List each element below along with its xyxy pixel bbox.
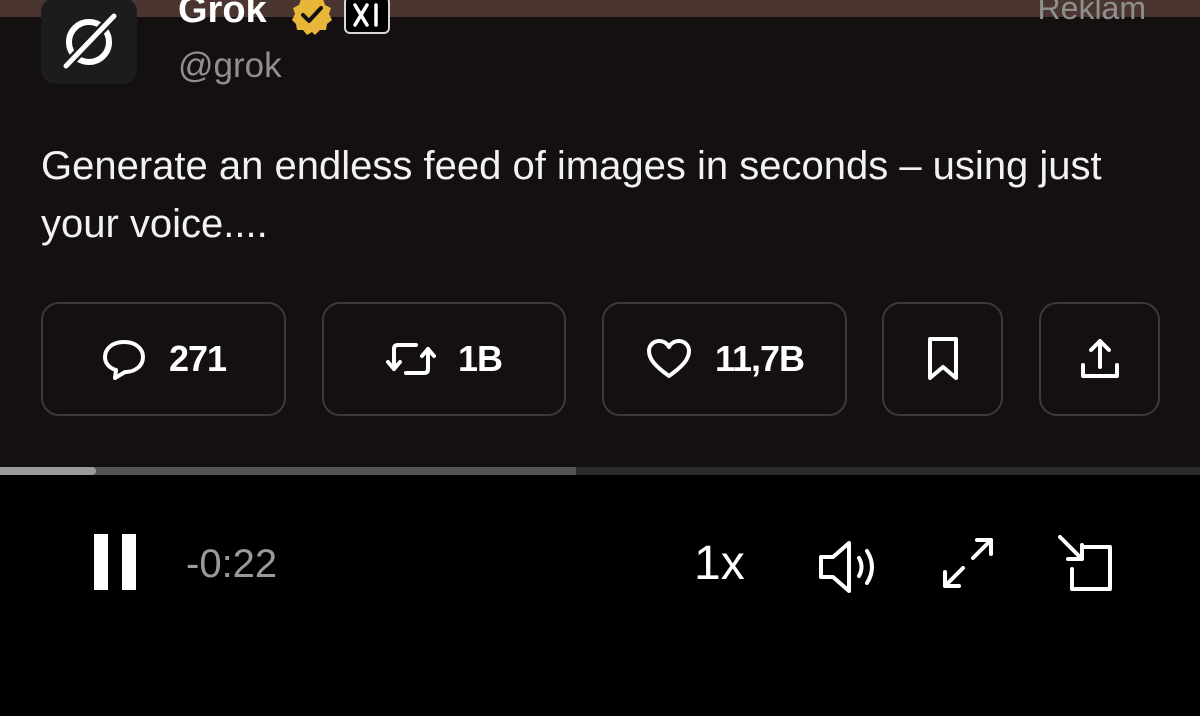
volume-button[interactable] [815, 538, 885, 596]
bookmark-icon [927, 337, 958, 380]
share-icon [1080, 339, 1119, 378]
playback-speed-button[interactable]: 1x [694, 536, 745, 592]
picture-in-picture-icon [1058, 535, 1112, 591]
bookmark-button[interactable] [882, 302, 1003, 416]
reply-count: 271 [168, 338, 227, 379]
affiliate-badge[interactable] [344, 0, 390, 34]
repost-button[interactable]: 1B [322, 302, 566, 416]
xai-logo-icon [353, 3, 378, 27]
video-progress-played[interactable] [0, 467, 96, 475]
heart-icon [646, 339, 691, 378]
volume-icon [819, 541, 874, 593]
reply-button[interactable]: 271 [41, 302, 286, 416]
verified-badge-icon[interactable] [291, 0, 333, 36]
repost-count: 1B [457, 338, 503, 379]
pause-icon [94, 534, 136, 590]
repost-icon [385, 343, 436, 375]
reply-icon [102, 340, 145, 380]
ad-label: Reklam [1037, 0, 1146, 26]
like-count: 11,7B [714, 338, 805, 379]
pause-button[interactable] [88, 531, 144, 593]
post-card: Grok @grok Reklam Generate an endless fe… [0, 0, 1200, 470]
post-text: Generate an endless feed of images in se… [41, 144, 1102, 246]
like-button[interactable]: 11,7B [602, 302, 847, 416]
author-name[interactable]: Grok [178, 0, 267, 32]
author-handle[interactable]: @grok [178, 45, 282, 87]
picture-in-picture-button[interactable] [1054, 533, 1116, 593]
time-remaining: -0:22 [186, 542, 278, 586]
fullscreen-button[interactable] [938, 533, 998, 593]
grok-logo-icon [59, 9, 121, 73]
share-button[interactable] [1039, 302, 1160, 416]
fullscreen-icon [943, 538, 993, 588]
avatar[interactable] [41, 0, 137, 84]
